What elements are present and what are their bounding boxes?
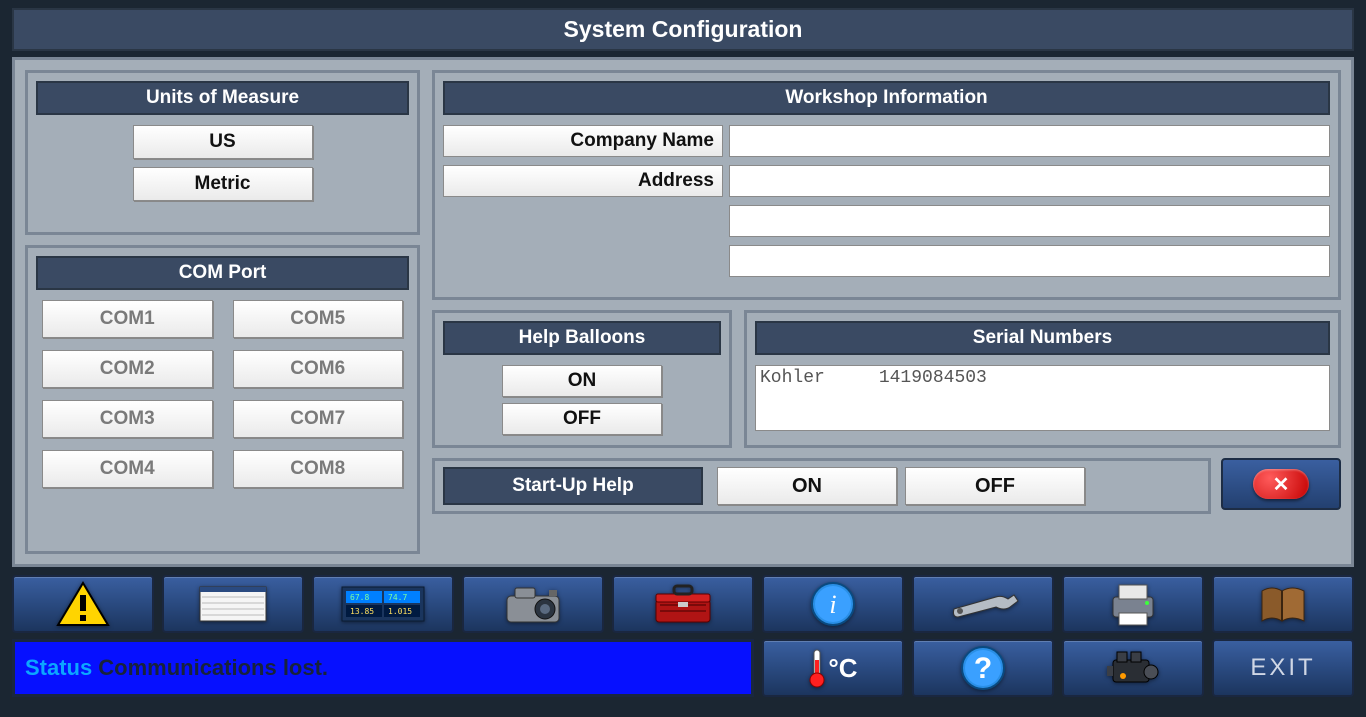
com8-button[interactable]: COM8 [233,450,404,488]
units-header: Units of Measure [36,81,409,115]
wrench-icon [946,589,1020,619]
warning-button[interactable] [12,575,154,633]
toolbox-button[interactable] [612,575,754,633]
help-on-button[interactable]: ON [502,365,662,397]
book-icon [1256,583,1310,625]
toolbox-icon [648,582,718,626]
printer-button[interactable] [1062,575,1204,633]
thermometer-icon [808,648,826,688]
engine-icon [1103,646,1163,690]
question-icon: ? [960,645,1006,691]
workshop-box: Workshop Information Company Name Addres… [432,70,1341,300]
help-button[interactable]: ? [912,639,1054,697]
com4-button[interactable]: COM4 [42,450,213,488]
printer-icon [1105,581,1161,627]
address-field-3[interactable] [729,245,1330,277]
address-field-2[interactable] [729,205,1330,237]
company-name-field[interactable] [729,125,1330,157]
camera-button[interactable] [462,575,604,633]
temperature-unit: °C [828,653,857,684]
close-x-icon: ✕ [1253,469,1309,499]
data-panel-button[interactable]: 67.8 74.7 13.85 1.015 [312,575,454,633]
list-view-button[interactable] [162,575,304,633]
serial-box: Serial Numbers Kohler 1419084503 [744,310,1341,448]
help-off-button[interactable]: OFF [502,403,662,435]
svg-text:1.015: 1.015 [388,607,412,616]
startup-header: Start-Up Help [443,467,703,505]
temperature-button[interactable]: °C [762,639,904,697]
mid-row: Help Balloons ON OFF Serial Numbers Kohl… [432,310,1341,448]
units-box: Units of Measure US Metric [25,70,420,235]
startup-box: Start-Up Help ON OFF [432,458,1211,514]
info-icon: i [810,581,856,627]
help-balloons-header: Help Balloons [443,321,721,355]
right-column: Workshop Information Company Name Addres… [432,70,1341,554]
svg-text:13.85: 13.85 [350,607,374,616]
info-button[interactable]: i [762,575,904,633]
svg-text:?: ? [974,652,992,685]
com6-button[interactable]: COM6 [233,350,404,388]
page-title: System Configuration [12,8,1354,51]
workshop-header: Workshop Information [443,81,1330,115]
com3-button[interactable]: COM3 [42,400,213,438]
serial-number: 1419084503 [879,368,987,388]
serial-name: Kohler [760,368,825,388]
address-field-1[interactable] [729,165,1330,197]
units-us-button[interactable]: US [133,125,313,159]
svg-text:67.8: 67.8 [350,593,369,602]
status-bar: Status Communications lost. [12,639,754,697]
book-button[interactable] [1212,575,1354,633]
help-balloons-box: Help Balloons ON OFF [432,310,732,448]
svg-text:i: i [829,590,836,619]
serial-row: Kohler 1419084503 [760,368,1325,388]
left-column: Units of Measure US Metric COM Port COM1… [25,70,420,554]
startup-off-button[interactable]: OFF [905,467,1085,505]
com-port-box: COM Port COM1 COM5 COM2 COM6 COM3 COM7 C… [25,245,420,554]
serial-list[interactable]: Kohler 1419084503 [755,365,1330,431]
engine-button[interactable] [1062,639,1204,697]
serial-header: Serial Numbers [755,321,1330,355]
warning-icon [56,581,110,627]
com7-button[interactable]: COM7 [233,400,404,438]
exit-button[interactable]: EXIT [1212,639,1354,697]
startup-row: Start-Up Help ON OFF ✕ [432,458,1341,514]
startup-on-button[interactable]: ON [717,467,897,505]
toolbar: 67.8 74.7 13.85 1.015 i [12,575,1354,633]
close-button[interactable]: ✕ [1221,458,1341,510]
com2-button[interactable]: COM2 [42,350,213,388]
main-panel: Units of Measure US Metric COM Port COM1… [12,57,1354,567]
com1-button[interactable]: COM1 [42,300,213,338]
com-port-header: COM Port [36,256,409,290]
status-label: Status [25,655,92,681]
gauge-panel-icon: 67.8 74.7 13.85 1.015 [340,583,426,625]
camera-icon [501,582,565,626]
svg-text:74.7: 74.7 [388,593,407,602]
units-metric-button[interactable]: Metric [133,167,313,201]
address-label: Address [443,165,723,197]
status-message: Communications lost. [98,655,328,681]
list-icon [198,583,268,625]
company-name-label: Company Name [443,125,723,157]
status-row: Status Communications lost. °C ? E [12,639,1354,697]
com5-button[interactable]: COM5 [233,300,404,338]
wrench-button[interactable] [912,575,1054,633]
